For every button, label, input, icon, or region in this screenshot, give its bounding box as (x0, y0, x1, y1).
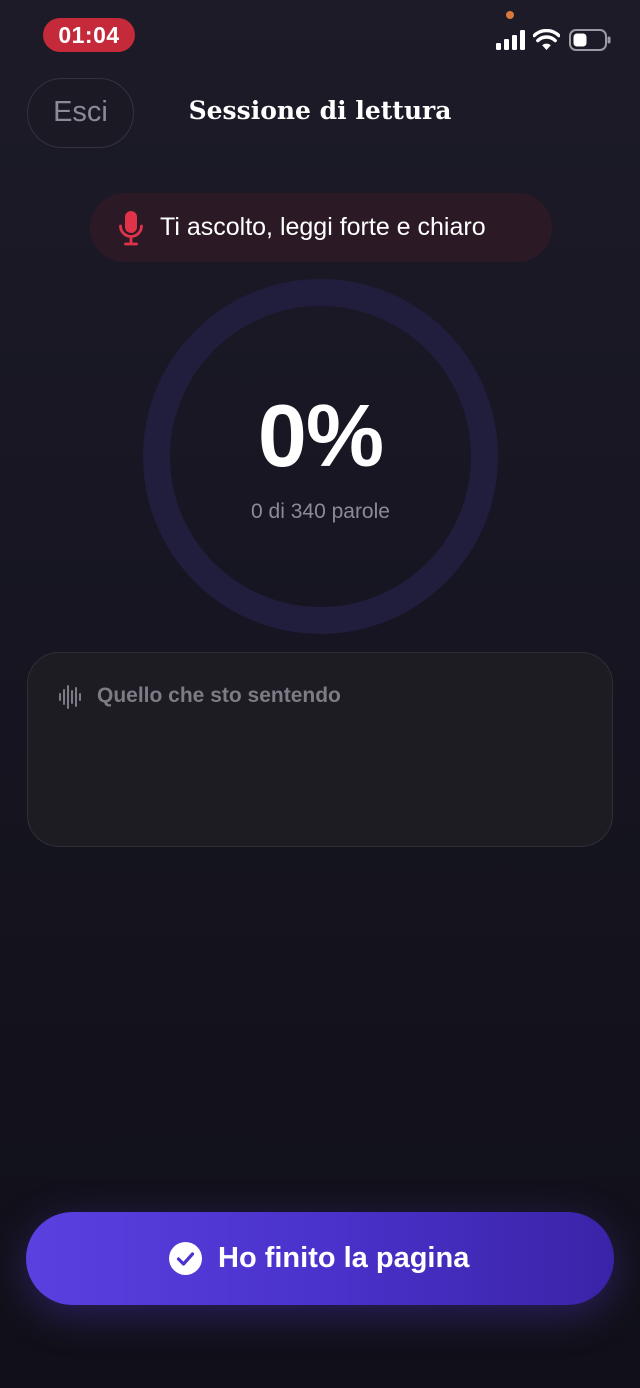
microphone-icon (119, 211, 143, 246)
exit-button[interactable]: Esci (27, 78, 134, 148)
word-count: 0 di 340 parole (251, 500, 390, 523)
privacy-indicator-dot (506, 11, 514, 19)
transcript-card: Quello che sto sentendo (27, 652, 613, 847)
battery-icon (569, 29, 611, 51)
finish-page-button[interactable]: Ho finito la pagina (26, 1212, 614, 1305)
status-time: 01:04 (43, 18, 135, 52)
reading-session-screen: 01:04 Esci Sessione di lettura Ti ascolt… (0, 0, 640, 1388)
listening-status-text: Ti ascolto, leggi forte e chiaro (160, 213, 486, 241)
finish-button-label: Ho finito la pagina (218, 1242, 470, 1274)
transcript-label: Quello che sto sentendo (97, 684, 341, 707)
wifi-icon (533, 29, 560, 50)
progress-percent: 0% (257, 386, 384, 485)
check-circle-icon (169, 1242, 202, 1275)
signal-icon (496, 30, 525, 50)
page-title: Sessione di lettura (188, 96, 452, 125)
waveform-icon (59, 685, 81, 709)
listening-status-pill: Ti ascolto, leggi forte e chiaro (90, 193, 552, 262)
